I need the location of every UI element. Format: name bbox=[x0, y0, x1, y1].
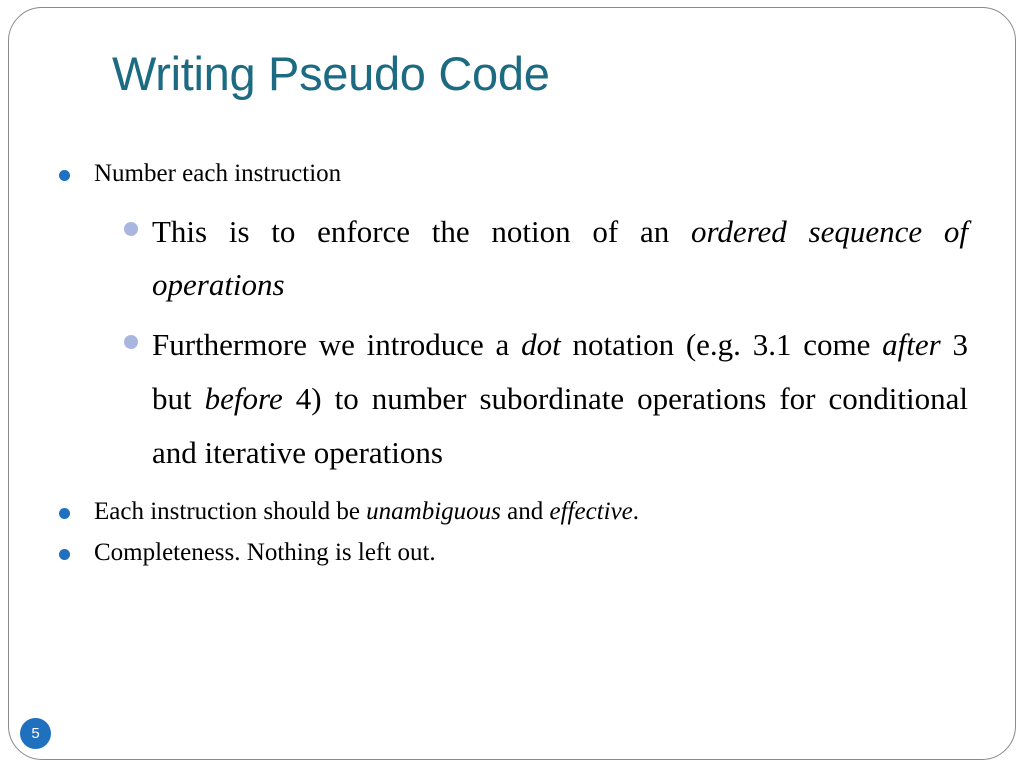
sub-bullet-seg-before: before bbox=[204, 381, 283, 417]
bullet-dot-icon bbox=[59, 548, 70, 560]
page-number-badge: 5 bbox=[20, 718, 51, 749]
sub-bullet-seg-after: after bbox=[882, 327, 941, 363]
sub-bullet-seg-a: Furthermore we introduce a bbox=[152, 327, 522, 363]
sub-bullet-dot-icon bbox=[124, 335, 138, 350]
bullet-seg-unambiguous: unambiguous bbox=[366, 498, 501, 526]
sub-bullet-item-ordered-sequence: This is to enforce the notion of an orde… bbox=[122, 205, 968, 313]
bullet-text: Number each instruction bbox=[94, 160, 342, 187]
bullet-text: Completeness. Nothing is left out. bbox=[94, 538, 436, 566]
bullet-dot-icon bbox=[59, 508, 70, 520]
slide-body: Number each instruction This is to enfor… bbox=[56, 158, 968, 569]
bullet-seg-b: and bbox=[500, 498, 550, 526]
sub-bullet-dot-icon bbox=[124, 221, 138, 236]
page-title: Writing Pseudo Code bbox=[112, 47, 550, 100]
sub-bullet-seg-b: notation (e.g. 3.1 come bbox=[560, 327, 883, 363]
bullet-item-number-each-instruction: Number each instruction bbox=[56, 158, 968, 191]
bullet-seg-a: Each instruction should be bbox=[94, 498, 367, 526]
sub-bullet-text: This is to enforce the notion of an orde… bbox=[152, 205, 968, 313]
bullet-item-completeness: Completeness. Nothing is left out. bbox=[56, 537, 968, 570]
sub-bullet-item-dot-notation: Furthermore we introduce a dot notation … bbox=[122, 318, 968, 480]
bullet-seg-effective: effective bbox=[549, 498, 633, 526]
slide: Writing Pseudo Code Number each instruct… bbox=[0, 0, 1024, 768]
sub-bullet-text: Furthermore we introduce a dot notation … bbox=[152, 318, 968, 480]
sub-bullet-seg-dot: dot bbox=[521, 327, 561, 363]
bullet-item-unambiguous-effective: Each instruction should be unambiguous a… bbox=[56, 496, 968, 529]
bullet-dot-icon bbox=[59, 170, 70, 181]
sub-bullet-text-plain: This is to enforce the notion of an bbox=[152, 213, 691, 249]
bullet-seg-c: . bbox=[632, 498, 640, 526]
